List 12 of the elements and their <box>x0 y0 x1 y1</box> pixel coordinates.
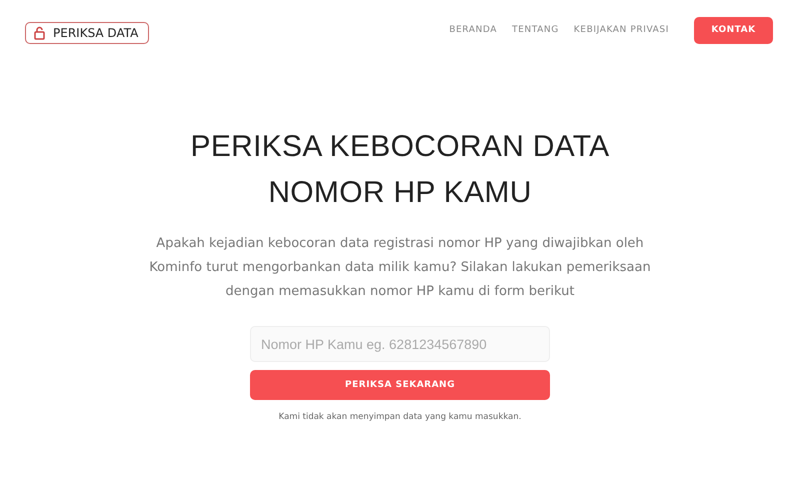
contact-button[interactable]: KONTAK <box>694 16 773 44</box>
logo-badge[interactable]: PERIKSA DATA <box>25 22 150 44</box>
check-button[interactable]: PERIKSA SEKARANG <box>250 370 550 400</box>
privacy-note: Kami tidak akan menyimpan data yang kamu masukkan. <box>278 412 522 422</box>
padlock-icon <box>34 26 45 40</box>
phone-input-field[interactable]: Nomor HP Kamu eg. 6281234567890 <box>250 326 550 362</box>
hero-title: PERIKSA KEBOCORAN DATA NOMOR HP KAMU <box>190 129 610 211</box>
nav-link[interactable]: KEBIJAKAN PRIVASI <box>574 25 669 35</box>
nav-link[interactable]: TENTANG <box>512 25 559 35</box>
nav-link[interactable]: BERANDA <box>449 25 497 35</box>
logo-text: PERIKSA DATA <box>53 26 138 40</box>
hero-description: Apakah kejadian kebocoran data registrasi nomor HP yang diwajibkan oleh Kominfo turut mengorbankan data milik kamu? Silakan lakukan pemeriksaan dengan memasukkan nomor HP kamu di form berikut <box>149 235 651 301</box>
